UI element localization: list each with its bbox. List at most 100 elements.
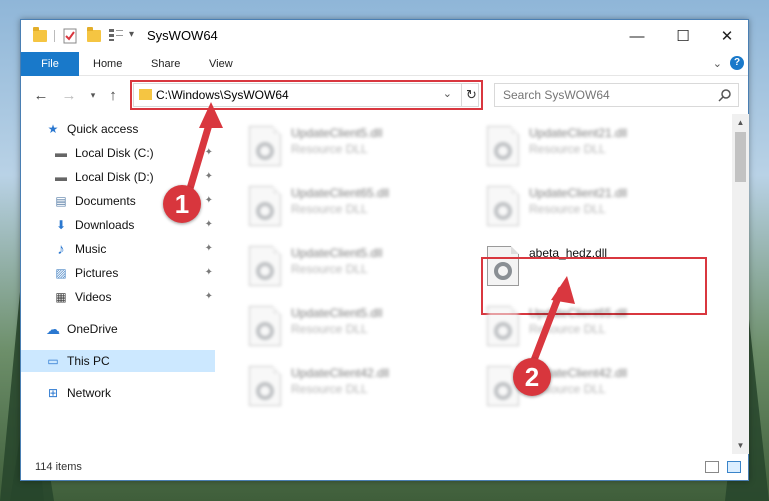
- dll-file-icon: [249, 126, 281, 166]
- pin-icon[interactable]: ✦: [205, 267, 213, 278]
- separator: [54, 30, 55, 42]
- maximize-button[interactable]: ☐: [660, 20, 706, 52]
- customize-toolbar-icon[interactable]: ▾: [129, 29, 143, 43]
- file-item[interactable]: UpdateClient65.dll Resource DLL: [479, 300, 704, 350]
- navigation-bar: ← → ▾ ↑ C:\Windows\SysWOW64 ⌄ ↻: [21, 77, 748, 113]
- music-icon: ♪: [57, 240, 65, 258]
- pin-icon[interactable]: ✦: [205, 171, 213, 182]
- sidebar-item-label: Documents: [75, 194, 136, 208]
- sidebar-item-local-disk-c[interactable]: ▬ Local Disk (C:) ✦: [53, 142, 213, 164]
- sidebar-item-videos[interactable]: ▦ Videos ✦: [53, 286, 213, 308]
- large-icons-view-icon[interactable]: [727, 461, 741, 473]
- computer-icon: ▭: [47, 354, 59, 368]
- expand-ribbon-icon[interactable]: ⌄: [713, 57, 722, 70]
- dll-file-icon: [249, 186, 281, 226]
- item-count: 114 items: [35, 461, 82, 473]
- sidebar-item-music[interactable]: ♪ Music ✦: [53, 238, 213, 260]
- dll-file-icon: [487, 186, 519, 226]
- sidebar-item-label: Local Disk (C:): [75, 146, 154, 160]
- tab-share[interactable]: Share: [137, 52, 194, 76]
- pin-icon[interactable]: ✦: [205, 219, 213, 230]
- file-name: UpdateClient5.dll: [291, 246, 383, 260]
- search-input[interactable]: [503, 84, 703, 106]
- file-type: Resource DLL: [291, 382, 368, 396]
- sidebar-item-label: Downloads: [75, 218, 135, 232]
- ribbon-tabs: File Home Share View ⌄ ?: [21, 52, 748, 76]
- navigation-pane: ★ Quick access ▬ Local Disk (C:) ✦ ▬ Loc…: [21, 114, 217, 454]
- cloud-icon: ☁: [46, 320, 60, 337]
- scroll-up-icon[interactable]: ▲: [732, 114, 749, 131]
- folder-icon: [33, 27, 47, 42]
- new-folder-icon[interactable]: [87, 27, 101, 42]
- minimize-button[interactable]: —: [614, 20, 660, 52]
- file-type: Resource DLL: [529, 322, 606, 336]
- window-title: SysWOW64: [147, 28, 218, 43]
- sidebar-item-this-pc[interactable]: ▭ This PC: [21, 350, 215, 372]
- address-highlight-box: [130, 80, 483, 110]
- file-name: UpdateClient65.dll: [529, 306, 628, 320]
- sidebar-item-label: OneDrive: [67, 322, 118, 336]
- network-icon: ⊞: [47, 386, 59, 400]
- pin-icon[interactable]: ✦: [205, 195, 213, 206]
- star-icon: ★: [47, 122, 59, 136]
- dll-file-icon: [487, 126, 519, 166]
- pictures-icon: ▨: [55, 266, 67, 280]
- scroll-down-icon[interactable]: ▼: [732, 437, 749, 454]
- sidebar-item-quick-access[interactable]: ★ Quick access: [45, 118, 213, 140]
- close-button[interactable]: ✕: [704, 20, 750, 52]
- callout-badge-2: 2: [513, 358, 551, 396]
- file-item[interactable]: UpdateClient5.dll Resource DLL: [241, 240, 466, 290]
- pin-icon[interactable]: ✦: [205, 147, 213, 158]
- properties-icon[interactable]: [63, 28, 77, 44]
- sidebar-item-label: Network: [67, 386, 112, 400]
- dll-file-icon: [487, 306, 519, 346]
- download-icon: ⬇: [55, 218, 67, 232]
- title-bar: ▾ SysWOW64 — ☐ ✕: [21, 20, 748, 52]
- scroll-thumb[interactable]: [735, 132, 746, 182]
- explorer-window: ▾ SysWOW64 — ☐ ✕ File Home Share View ⌄ …: [20, 19, 749, 481]
- file-name: UpdateClient65.dll: [291, 186, 390, 200]
- search-icon[interactable]: [718, 88, 732, 102]
- details-view-icon[interactable]: [705, 461, 719, 473]
- file-item[interactable]: UpdateClient42.dll Resource DLL: [479, 360, 704, 410]
- status-bar: 114 items: [21, 456, 748, 480]
- documents-icon: ▤: [55, 194, 67, 208]
- dll-file-icon: [249, 246, 281, 286]
- sidebar-item-pictures[interactable]: ▨ Pictures ✦: [53, 262, 213, 284]
- file-type: Resource DLL: [529, 202, 606, 216]
- file-type: Resource DLL: [291, 322, 368, 336]
- pin-icon[interactable]: ✦: [205, 291, 213, 302]
- sidebar-item-onedrive[interactable]: ☁ OneDrive: [45, 318, 213, 340]
- forward-arrow-icon[interactable]: →: [59, 85, 79, 105]
- tab-home[interactable]: Home: [79, 52, 136, 76]
- tab-file[interactable]: File: [21, 52, 79, 76]
- dll-file-icon: [249, 306, 281, 346]
- help-icon[interactable]: ?: [730, 56, 744, 70]
- videos-icon: ▦: [55, 290, 67, 304]
- file-item[interactable]: UpdateClient5.dll Resource DLL: [241, 300, 466, 350]
- up-arrow-icon[interactable]: ↑: [103, 85, 123, 105]
- view-options-icon[interactable]: [109, 28, 123, 42]
- sidebar-item-label: This PC: [67, 354, 110, 368]
- file-item[interactable]: UpdateClient42.dll Resource DLL: [241, 360, 466, 410]
- pin-icon[interactable]: ✦: [205, 243, 213, 254]
- recent-locations-icon[interactable]: ▾: [83, 85, 103, 105]
- tab-view[interactable]: View: [195, 52, 247, 76]
- file-item[interactable]: UpdateClient65.dll Resource DLL: [241, 180, 466, 230]
- back-arrow-icon[interactable]: ←: [31, 85, 51, 105]
- file-name: UpdateClient5.dll: [291, 306, 383, 320]
- dll-file-icon: [249, 366, 281, 406]
- sidebar-item-label: Local Disk (D:): [75, 170, 154, 184]
- sidebar-item-label: Quick access: [67, 122, 139, 136]
- file-item[interactable]: UpdateClient21.dll Resource DLL: [479, 120, 704, 170]
- vertical-scrollbar[interactable]: ▲ ▼: [732, 114, 749, 454]
- file-name: UpdateClient42.dll: [291, 366, 390, 380]
- search-box[interactable]: [494, 83, 739, 107]
- file-list: UpdateClient5.dll Resource DLL UpdateCli…: [217, 114, 732, 452]
- sidebar-item-label: Music: [75, 242, 107, 256]
- sidebar-item-network[interactable]: ⊞ Network: [45, 382, 213, 404]
- file-item[interactable]: UpdateClient5.dll Resource DLL: [241, 120, 466, 170]
- file-item[interactable]: UpdateClient21.dll Resource DLL: [479, 180, 704, 230]
- file-name: UpdateClient5.dll: [291, 126, 383, 140]
- sidebar-item-label: Videos: [75, 290, 112, 304]
